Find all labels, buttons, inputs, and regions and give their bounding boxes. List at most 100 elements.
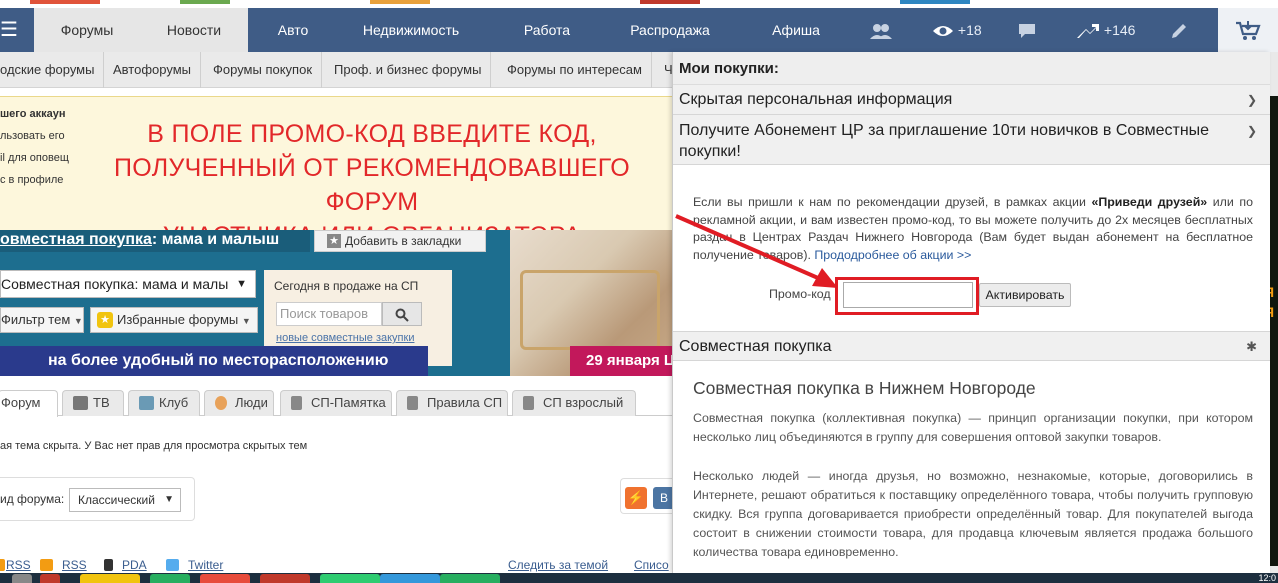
- nav-tab-jobs[interactable]: Работа: [514, 8, 580, 52]
- banner-date-tag: 29 января ЦР: [570, 346, 672, 376]
- footer-links: RSS RSS PDA Twitter Следить за темой Спи…: [0, 557, 672, 573]
- filter-topics-button[interactable]: Фильтр тем ▼: [0, 307, 84, 333]
- search-icon: [395, 308, 409, 323]
- tab-sp-adult[interactable]: СП взрослый: [512, 390, 636, 416]
- taskbar-app-icon[interactable]: [320, 574, 380, 583]
- account-notice: шего аккаун льзовать его il для оповещ с…: [0, 96, 672, 250]
- nav-tab-afisha[interactable]: Афиша: [764, 8, 828, 52]
- list-link[interactable]: Списо: [634, 558, 669, 572]
- tab-forum[interactable]: Форум: [0, 390, 58, 417]
- tab-label: Люди: [235, 395, 268, 410]
- nav-tab-news[interactable]: Новости: [140, 8, 248, 52]
- red-arrow-annotation: [675, 214, 838, 288]
- tab-label: ТВ: [93, 395, 110, 410]
- taskbar-app-icon[interactable]: [80, 574, 140, 583]
- product-search-input[interactable]: Поиск товаров: [276, 302, 382, 326]
- forum-title: овместная покупка: мама и малыш: [0, 230, 310, 252]
- subnav-auto-forums[interactable]: Автофорумы: [104, 52, 201, 88]
- rss-link[interactable]: RSS: [6, 558, 31, 572]
- hidden-info-row[interactable]: Скрытая персональная информация ❯: [673, 85, 1270, 115]
- new-purchases-link[interactable]: новые совместные закупки: [276, 332, 414, 344]
- joint-purchase-label: Совместная покупка: [679, 338, 832, 355]
- rss-icon: [0, 559, 5, 571]
- taskbar-app-icon[interactable]: [40, 574, 60, 583]
- taskbar-app-icon[interactable]: [200, 574, 250, 583]
- subnav-purchase-forums[interactable]: Форумы покупок: [204, 52, 323, 88]
- promo-code-input[interactable]: [843, 282, 973, 308]
- pencil-icon[interactable]: [1170, 8, 1188, 52]
- document-icon: [291, 396, 302, 410]
- lightning-share-icon[interactable]: ⚡: [625, 487, 647, 509]
- activate-button[interactable]: Активировать: [979, 283, 1071, 307]
- taskbar-app-icon[interactable]: [260, 574, 310, 583]
- nav-tab-auto[interactable]: Авто: [262, 8, 324, 52]
- subscription-row[interactable]: Получите Абонемент ЦР за приглашение 10т…: [673, 115, 1270, 165]
- chat-icon[interactable]: [1018, 8, 1036, 52]
- forum-view-box: ид форума: Классический ▼: [0, 477, 195, 521]
- taskbar-app-icon[interactable]: [440, 574, 500, 583]
- tab-label: СП взрослый: [543, 395, 624, 410]
- notice-line: с в профиле: [0, 174, 64, 186]
- banner-ad-strip[interactable]: на более удобный по месторасположению: [0, 346, 428, 376]
- follow-topic-link[interactable]: Следить за темой: [508, 558, 608, 572]
- tab-label: Правила СП: [427, 395, 503, 410]
- star-icon: ★: [97, 312, 113, 328]
- forum-view-label: ид форума:: [0, 492, 65, 506]
- forum-view-value: Классический: [78, 493, 155, 507]
- caret-down-icon: ▼: [236, 278, 247, 290]
- views-counter[interactable]: +18: [932, 8, 982, 52]
- twitter-link[interactable]: Twitter: [188, 558, 223, 572]
- joint-purchase-row[interactable]: Совместная покупка ✱: [673, 331, 1270, 361]
- subnav-interest-forums[interactable]: Форумы по интересам: [498, 52, 652, 88]
- asterisk-icon: ✱: [1246, 339, 1257, 354]
- nav-tab-forums[interactable]: Форумы: [34, 8, 140, 52]
- star-icon: ★: [327, 234, 341, 248]
- tab-club[interactable]: Клуб: [128, 390, 200, 416]
- tab-sp-memo[interactable]: СП-Памятка: [280, 390, 392, 416]
- taskbar-app-icon[interactable]: [380, 574, 440, 583]
- tab-people[interactable]: Люди: [204, 390, 274, 416]
- caret-down-icon: ▼: [241, 316, 251, 326]
- forum-banner: овместная покупка: мама и малыш ★ Добави…: [0, 230, 672, 376]
- top-nav: ☰ Форумы Новости Авто Недвижимость Работ…: [0, 8, 1278, 52]
- favorite-forums-button[interactable]: ★ Избранные форумы ▼: [90, 307, 258, 333]
- tab-tv[interactable]: ТВ: [62, 390, 124, 416]
- search-button[interactable]: [382, 302, 422, 326]
- taskbar-app-icon[interactable]: [150, 574, 190, 583]
- forum-title-link[interactable]: овместная покупка: [0, 231, 152, 248]
- share-buttons: ⚡ B: [620, 478, 675, 514]
- caret-down-icon: ▼: [164, 494, 174, 505]
- hidden-topic-message: ая тема скрыта. У Вас нет прав для просм…: [0, 440, 308, 452]
- callout-line: ПОЛУЧЕННЫЙ ОТ РЕКОМЕНДОВАВШЕГО ФОРУМ: [114, 154, 630, 216]
- taskbar-app-icon[interactable]: [12, 574, 32, 583]
- joint-purchase-paragraph: Несколько людей — иногда друзья, но возм…: [693, 469, 1253, 559]
- rss-link-2[interactable]: RSS: [62, 558, 87, 572]
- tab-sp-rules[interactable]: Правила СП: [396, 390, 508, 416]
- stripe-segment: [180, 0, 230, 4]
- people-icon[interactable]: [870, 8, 892, 52]
- stripe-segment: [900, 0, 970, 4]
- subnav-business-forums[interactable]: Проф. и бизнес форумы: [325, 52, 492, 88]
- subnav-city-forums[interactable]: одские форумы: [0, 52, 105, 88]
- menu-icon[interactable]: ☰: [0, 8, 34, 52]
- forum-view-select[interactable]: Классический ▼: [69, 488, 181, 512]
- stripe-segment: [640, 0, 700, 4]
- rss-icon: [40, 559, 53, 571]
- favorites-label: Избранные форумы: [117, 312, 239, 327]
- stripe-segment: [370, 0, 430, 4]
- nav-tab-realty[interactable]: Недвижимость: [356, 8, 466, 52]
- pda-link[interactable]: PDA: [122, 558, 147, 572]
- rating-counter[interactable]: +146: [1076, 8, 1135, 52]
- notice-line: шего аккаун: [0, 108, 66, 120]
- person-icon: [215, 396, 227, 410]
- bookmark-label: Добавить в закладки: [345, 234, 462, 248]
- phone-icon: [104, 559, 113, 571]
- hidden-info-label: Скрытая персональная информация: [679, 91, 953, 108]
- nav-tab-sale[interactable]: Распродажа: [622, 8, 718, 52]
- forum-select[interactable]: Совместная покупка: мама и малы ▼: [0, 270, 256, 298]
- tab-label: Форум: [1, 395, 41, 410]
- add-bookmark-button[interactable]: ★ Добавить в закладки: [314, 230, 486, 252]
- promo-action-name: «Приведи друзей»: [1091, 195, 1208, 209]
- arrow-up-icon: [1077, 24, 1099, 39]
- basket-icon[interactable]: [1218, 8, 1278, 52]
